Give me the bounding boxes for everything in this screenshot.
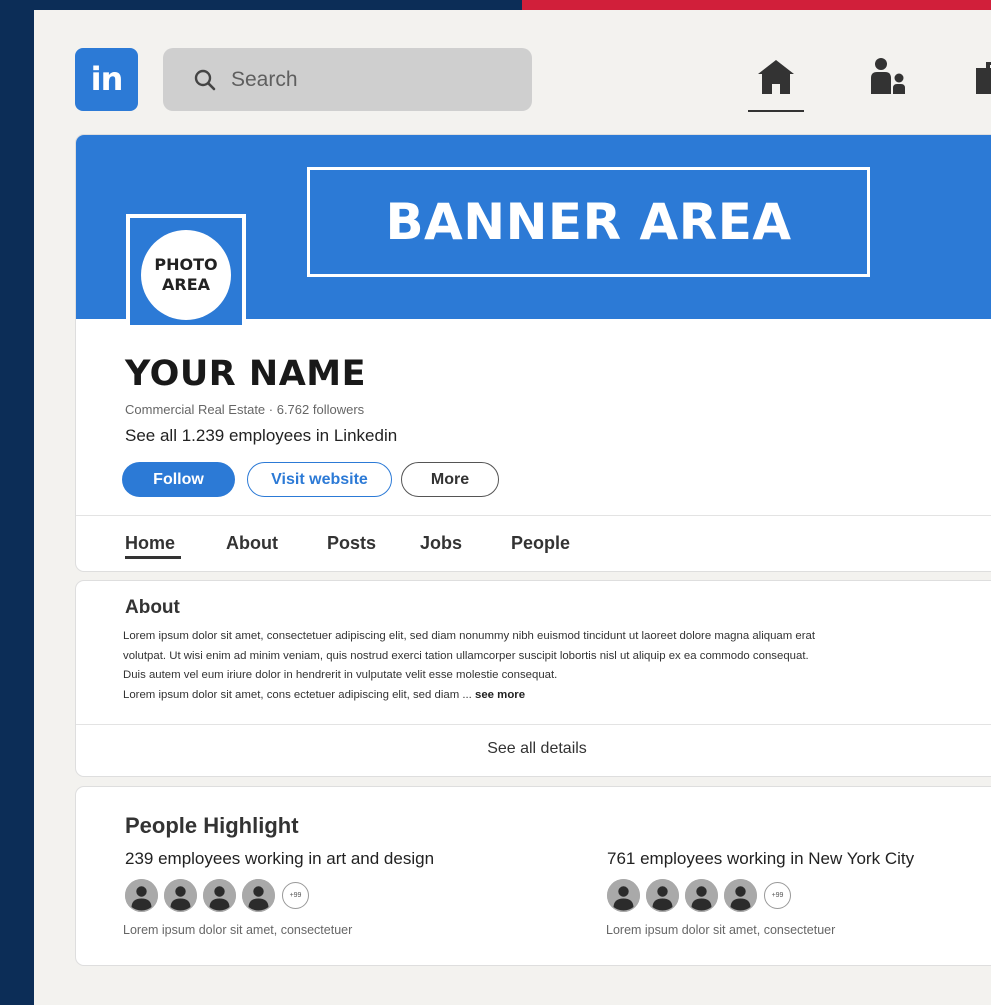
- about-line-text: Lorem ipsum dolor sit amet, cons ectetue…: [123, 688, 472, 701]
- user-icon: [607, 879, 640, 912]
- group-heading[interactable]: 761 employees working in New York City: [607, 849, 914, 869]
- jobs-briefcase-icon[interactable]: [974, 56, 991, 98]
- page-canvas: in BANNER AREA PHOTOAREA YOUR NAME Comme…: [34, 10, 991, 1005]
- about-line: Lorem ipsum dolor sit amet, consectetuer…: [123, 630, 816, 642]
- search-input[interactable]: [229, 66, 483, 93]
- avatar[interactable]: [242, 879, 275, 912]
- tab-jobs[interactable]: Jobs: [420, 533, 462, 554]
- avatar[interactable]: [203, 879, 236, 912]
- about-description: Lorem ipsum dolor sit amet, consectetuer…: [123, 627, 983, 705]
- profile-photo-frame: PHOTO AREA: [126, 214, 246, 329]
- about-line: Lorem ipsum dolor sit amet, cons ectetue…: [123, 686, 983, 706]
- about-line: volutpat. Ut wisi enim ad minim veniam, …: [123, 649, 809, 662]
- more-people-badge[interactable]: +99: [282, 882, 309, 909]
- user-icon: [685, 879, 718, 912]
- profile-photo[interactable]: PHOTO AREA: [141, 230, 231, 320]
- people-highlight-heading: People Highlight: [125, 813, 299, 838]
- about-line: Duis autem vel eum iriure dolor in hendr…: [123, 669, 558, 681]
- user-icon: [646, 879, 679, 912]
- photo-label-line-1: PHOTO: [154, 255, 218, 274]
- group-caption: Lorem ipsum dolor sit amet, consectetuer: [123, 923, 353, 937]
- tab-posts[interactable]: Posts: [327, 533, 376, 554]
- see-employees-link[interactable]: See all 1.239 employees in Linkedin: [125, 426, 397, 446]
- avatar-group[interactable]: +99: [125, 879, 309, 912]
- company-name: YOUR NAME: [125, 354, 367, 394]
- my-network-icon[interactable]: [870, 56, 910, 98]
- avatar[interactable]: [125, 879, 158, 912]
- search-bar[interactable]: [163, 48, 532, 111]
- avatar[interactable]: [607, 879, 640, 912]
- group-heading[interactable]: 239 employees working in art and design: [125, 849, 434, 869]
- about-heading: About: [125, 597, 180, 618]
- home-icon[interactable]: [756, 56, 796, 98]
- avatar[interactable]: [646, 879, 679, 912]
- nav-active-underline: [748, 110, 804, 112]
- banner-placeholder: BANNER AREA: [307, 167, 870, 277]
- group-caption: Lorem ipsum dolor sit amet, consectetuer: [606, 923, 836, 937]
- top-accent-strip: [522, 0, 991, 10]
- user-icon: [203, 879, 236, 912]
- more-people-badge[interactable]: +99: [764, 882, 791, 909]
- visit-website-button[interactable]: Visit website: [247, 462, 392, 497]
- tab-about[interactable]: About: [226, 533, 278, 554]
- about-card: About Lorem ipsum dolor sit amet, consec…: [75, 580, 991, 777]
- user-icon: [242, 879, 275, 912]
- avatar[interactable]: [724, 879, 757, 912]
- company-profile-card: BANNER AREA PHOTO AREA YOUR NAME Commerci…: [75, 134, 991, 572]
- search-icon: [194, 69, 216, 90]
- avatar[interactable]: [685, 879, 718, 912]
- avatar-group[interactable]: +99: [607, 879, 791, 912]
- linkedin-logo[interactable]: in: [75, 48, 138, 111]
- user-icon: [125, 879, 158, 912]
- tab-people[interactable]: People: [511, 533, 570, 554]
- tab-home[interactable]: Home: [125, 533, 175, 554]
- more-button[interactable]: More: [401, 462, 499, 497]
- tab-active-indicator: [125, 556, 181, 559]
- see-all-details-link[interactable]: See all details: [76, 740, 991, 758]
- tabs-divider: [76, 515, 991, 516]
- see-more-link[interactable]: see more: [475, 689, 525, 701]
- follow-button[interactable]: Follow: [122, 462, 235, 497]
- user-icon: [724, 879, 757, 912]
- user-icon: [164, 879, 197, 912]
- avatar[interactable]: [164, 879, 197, 912]
- company-subtitle: Commercial Real Estate · 6.762 followers: [125, 402, 365, 417]
- people-highlight-card: People Highlight 239 employees working i…: [75, 786, 991, 966]
- photo-label-line-2: AREA: [161, 275, 210, 294]
- about-divider: [76, 724, 991, 725]
